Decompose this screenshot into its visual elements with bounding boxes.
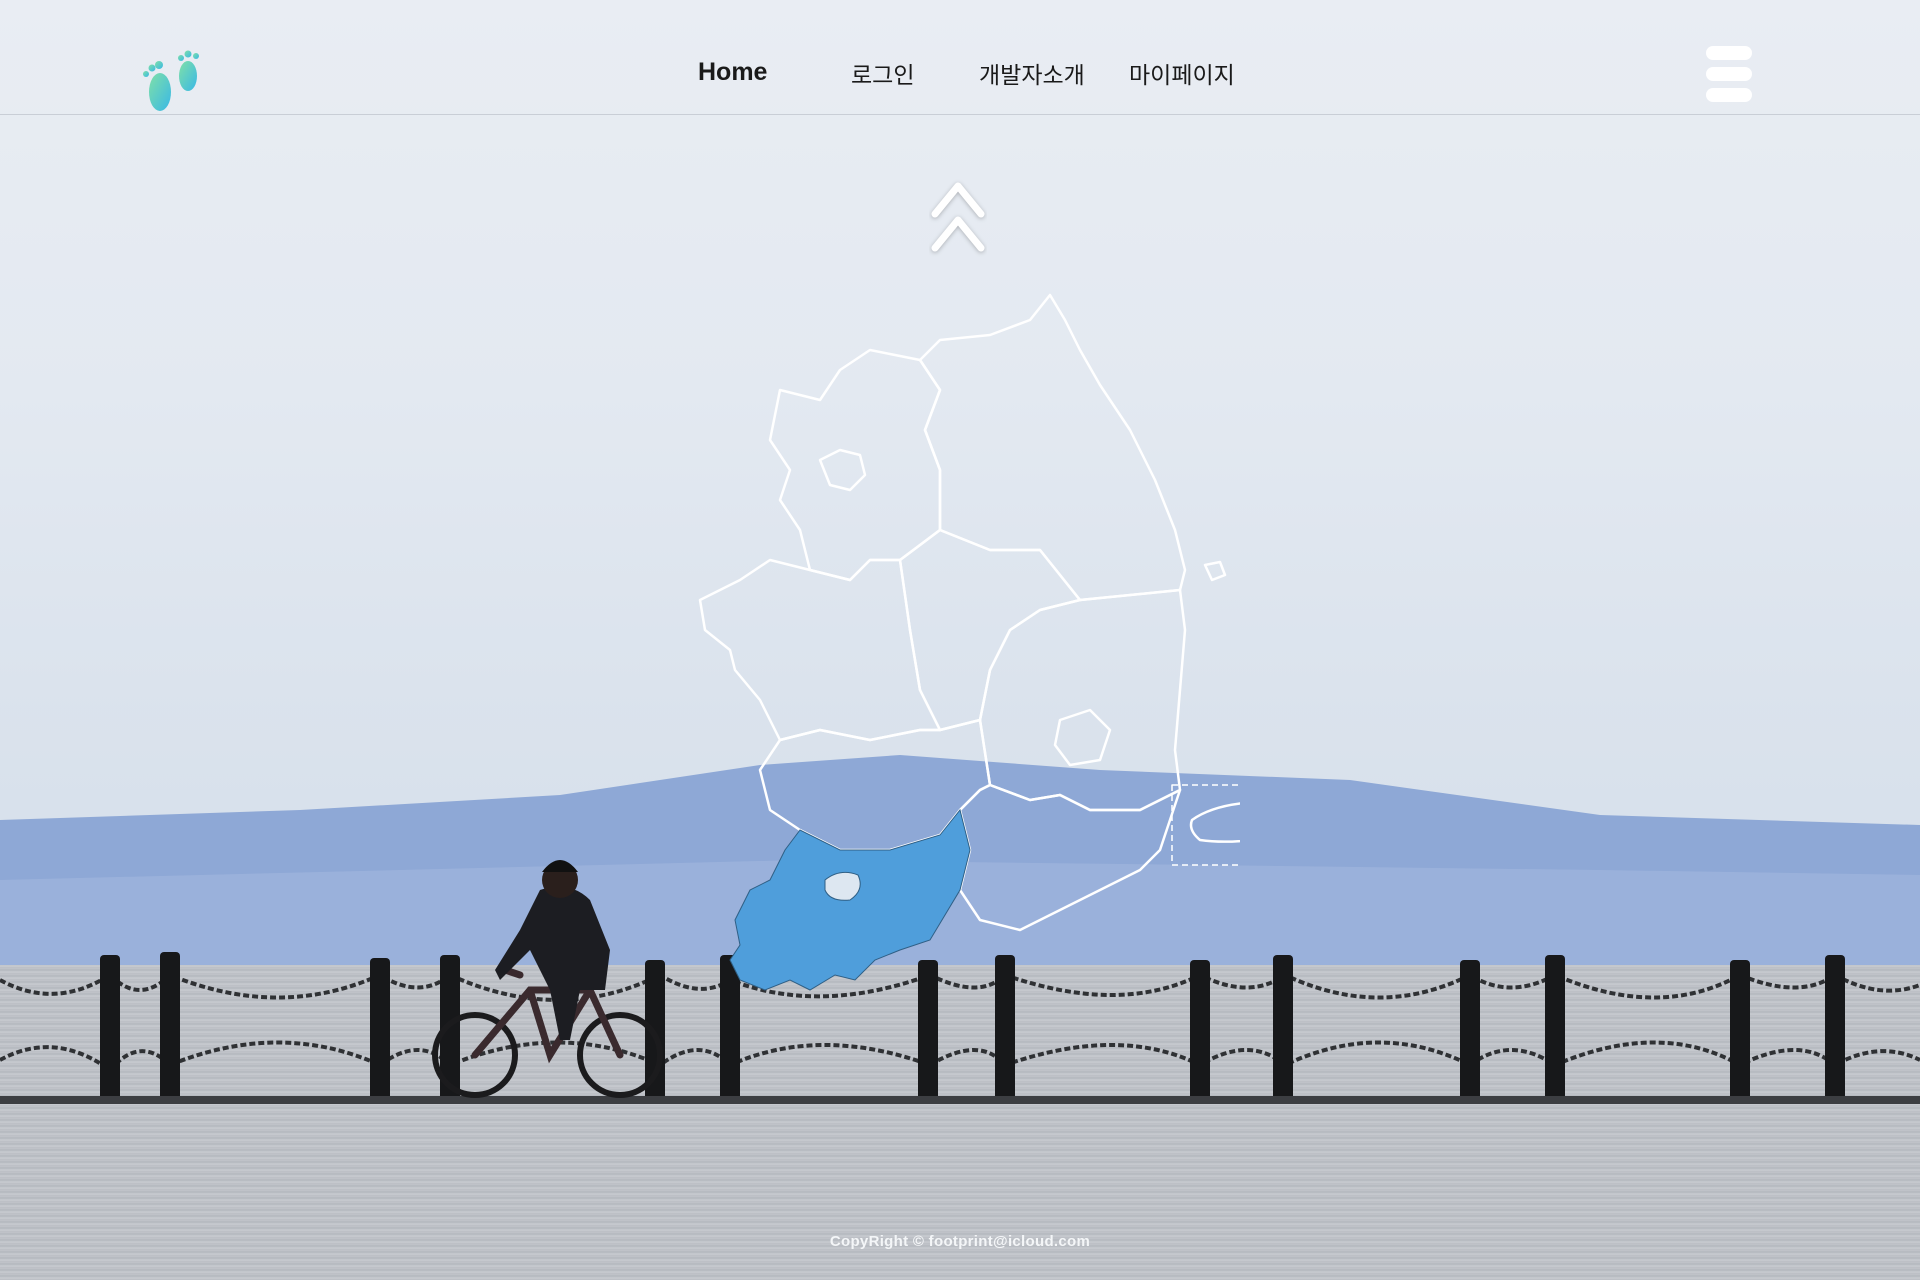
nav-developer-intro[interactable]: 개발자소개 (979, 56, 1085, 90)
map-region-ulleungdo (1203, 560, 1227, 582)
map-inset-jeju-box (1171, 784, 1240, 866)
walkway (0, 1096, 1920, 1104)
nav-home[interactable]: Home (698, 58, 767, 87)
main-nav: Home 로그인 개발자소개 마이페이지 (0, 56, 1920, 96)
footer-copyright: CopyRight © footprint@icloud.com (829, 1233, 1091, 1250)
map-region-gyeonggi (768, 348, 942, 582)
map-region-gangwon (918, 293, 1187, 602)
map-region-jeju (1189, 802, 1240, 843)
map-region-daegu (1053, 708, 1112, 767)
hamburger-menu-icon[interactable] (1706, 46, 1752, 102)
double-chevron-up-icon[interactable] (929, 178, 987, 258)
nav-login[interactable]: 로그인 (851, 56, 914, 90)
map-region-gwangju (824, 871, 861, 901)
map-region-gyeongnam (958, 783, 1182, 932)
top-navigation-bar: Home 로그인 개발자소개 마이페이지 (0, 0, 1920, 115)
korea-map (698, 293, 1240, 991)
map-region-chungbuk (898, 528, 1082, 732)
nav-mypage[interactable]: 마이페이지 (1129, 56, 1235, 90)
map-region-seoul (818, 448, 867, 492)
map-region-chungnam (698, 558, 942, 742)
map-region-gyeongbuk (978, 588, 1187, 812)
